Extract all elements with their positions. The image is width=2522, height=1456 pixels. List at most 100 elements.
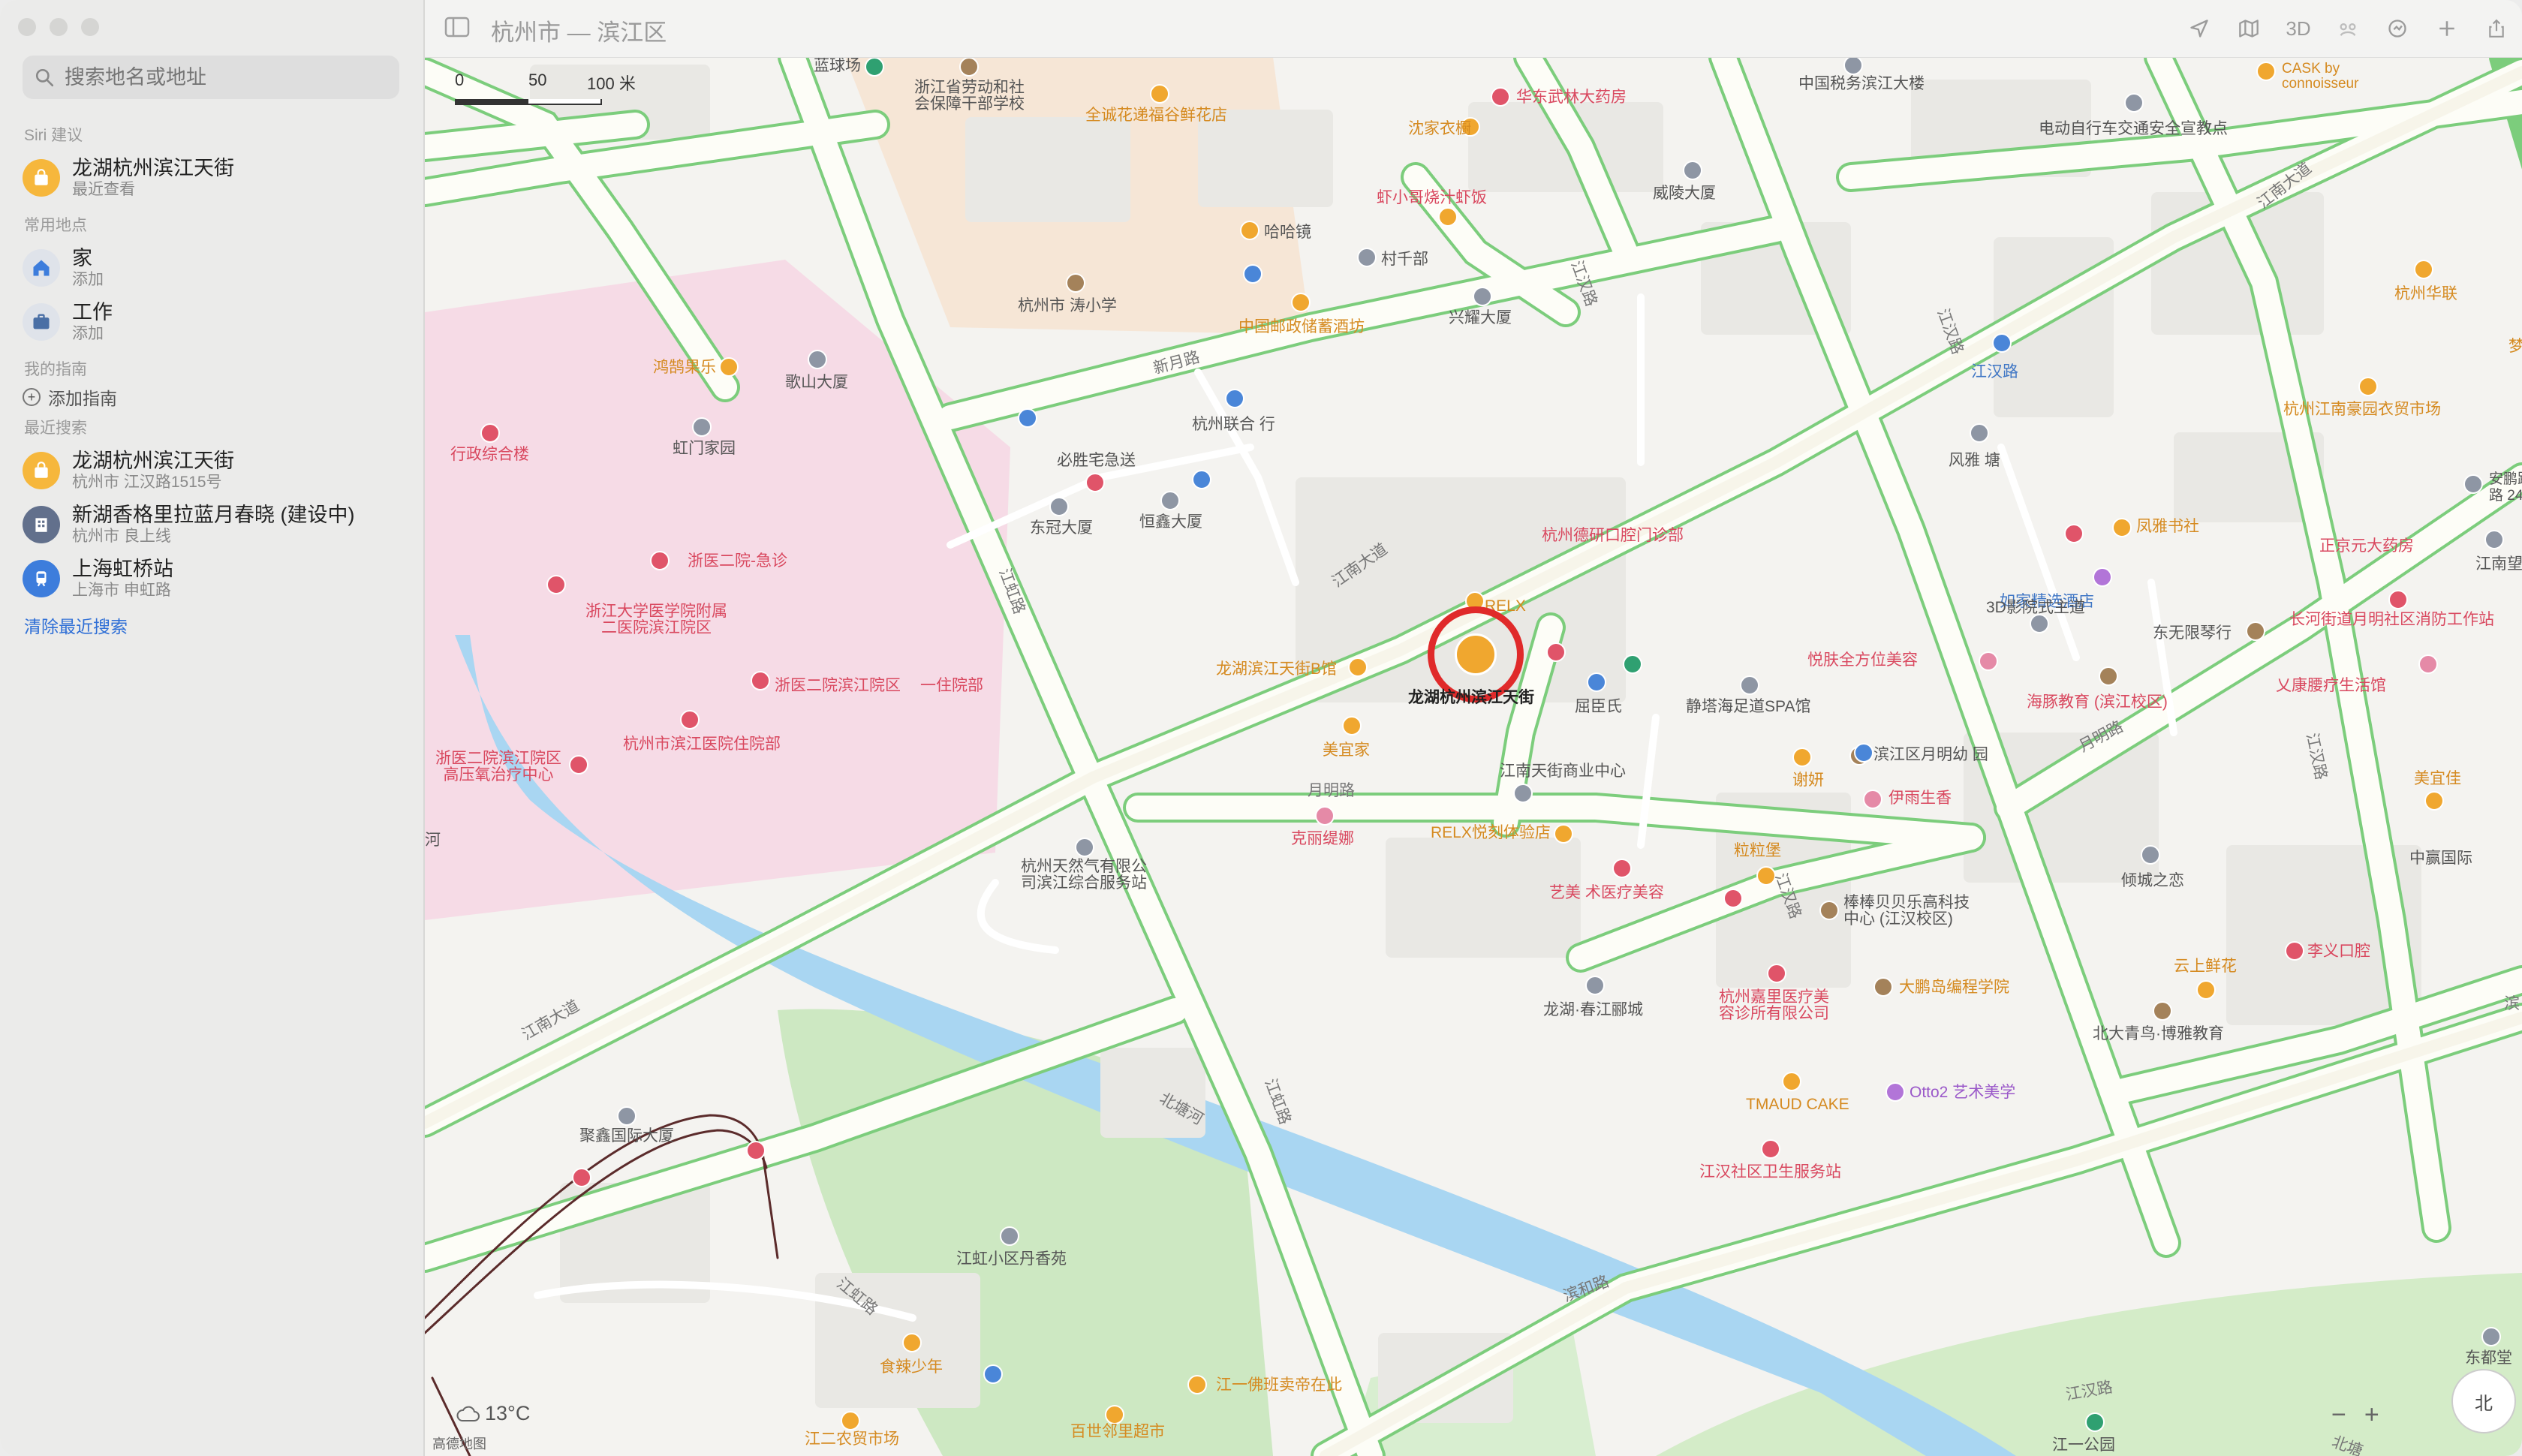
shopping-bag-icon[interactable]	[1455, 633, 1497, 675]
beauty-icon[interactable]	[1315, 806, 1335, 826]
building-icon[interactable]	[2481, 1327, 2501, 1346]
recent-item[interactable]: 龙湖杭州滨江天街 杭州市 江汉路1515号	[23, 447, 405, 494]
building-icon[interactable]	[2484, 530, 2504, 549]
education-icon[interactable]	[2153, 1001, 2172, 1021]
education-icon[interactable]	[1819, 901, 1839, 920]
map-label[interactable]: 长河街道月明社区消防工作站	[2289, 611, 2494, 629]
clinic-icon[interactable]	[1761, 1139, 1780, 1159]
look-around-icon[interactable]	[2330, 11, 2366, 47]
clinic-icon[interactable]	[1767, 964, 1786, 983]
map-label[interactable]: 大鹏岛编程学院	[1899, 979, 2009, 997]
map-label[interactable]: 正京元大药房	[2319, 537, 2414, 555]
3d-button[interactable]: 3D	[2280, 11, 2316, 47]
map-label[interactable]: 美宜佳	[2414, 770, 2461, 788]
map-label[interactable]: TMAUD CAKE	[1746, 1096, 1849, 1114]
map-label[interactable]: 棒棒贝贝乐高科技 中心 (江汉校区)	[1843, 895, 1970, 928]
recent-item[interactable]: 上海虹桥站 上海市 申虹路	[23, 555, 405, 602]
map-label[interactable]: 江南望	[2475, 555, 2522, 573]
map-label[interactable]: CASK by connoisseur	[2282, 62, 2358, 92]
map-label[interactable]: 必胜宅急送	[1057, 452, 1136, 470]
map-label[interactable]: 聚鑫国际大厦	[579, 1127, 674, 1145]
education-icon[interactable]	[2099, 666, 2118, 686]
map-label[interactable]: 艺美 术医疗美容	[1549, 884, 1664, 902]
hospital-icon[interactable]	[680, 710, 700, 730]
map-label[interactable]: 克丽缇娜	[1291, 830, 1354, 848]
parking-icon[interactable]	[1018, 408, 1037, 428]
restaurant-icon[interactable]	[1240, 221, 1259, 240]
post-office-icon[interactable]	[1291, 293, 1311, 312]
beauty-icon[interactable]	[1979, 651, 1998, 671]
restaurant-icon[interactable]	[902, 1333, 922, 1352]
map-label[interactable]: 谢妍	[1792, 772, 1824, 790]
no-entry-icon[interactable]	[746, 1141, 766, 1160]
building-icon[interactable]	[1585, 976, 1605, 995]
convenience-store-icon[interactable]	[2424, 791, 2444, 811]
map-view[interactable]: 0 50 100 米 蓝球场 浙江省劳动和社 会保障干部学校 全诚花递福谷鲜花店…	[425, 57, 2522, 1456]
map-label[interactable]: 电动自行车交通安全宣教点	[2039, 120, 2228, 138]
map-label[interactable]: 美宜家	[1323, 742, 1370, 760]
map-label[interactable]: 倾城之恋	[2121, 872, 2184, 890]
building-icon[interactable]	[1160, 491, 1180, 510]
map-label[interactable]: 哈哈镜	[1264, 224, 1311, 242]
map-label[interactable]: 江南天街商业中心	[1500, 763, 1626, 781]
map-label[interactable]: 安鹏路 路 24	[2489, 471, 2522, 504]
map-label[interactable]: 江二农贸市场	[805, 1430, 899, 1448]
map-label[interactable]: 百世邻里超市	[1070, 1423, 1165, 1441]
map-label[interactable]: 月明路	[1308, 782, 1355, 800]
restaurant-icon[interactable]	[1723, 889, 1743, 908]
hotel-icon[interactable]	[2093, 567, 2112, 587]
store-icon[interactable]	[1587, 672, 1606, 692]
map-label[interactable]: 浙江大学医学院附属 二医院滨江院区	[585, 603, 727, 636]
map-label[interactable]: 龙湖·春江郦城	[1543, 1001, 1643, 1019]
search-field[interactable]	[23, 56, 399, 99]
clinic-icon[interactable]	[1612, 859, 1632, 878]
map-label[interactable]: 江虹小区丹香苑	[956, 1250, 1067, 1268]
sports-icon[interactable]	[865, 57, 884, 77]
sidebar-toggle-icon[interactable]	[444, 17, 470, 38]
fire-station-icon[interactable]	[2388, 590, 2408, 609]
map-label[interactable]: 江一公园	[2052, 1436, 2115, 1454]
map-label[interactable]: 浙江省劳动和社 会保障干部学校	[914, 80, 1025, 113]
gas-station-icon[interactable]	[1075, 838, 1094, 857]
shopping-icon[interactable]	[2358, 377, 2378, 396]
map-label[interactable]: 一住院部	[920, 677, 983, 695]
map-label[interactable]: 浙医二院滨江院区	[775, 677, 901, 695]
location-arrow-icon[interactable]	[2181, 11, 2217, 47]
building-icon[interactable]	[692, 417, 712, 437]
building-icon[interactable]	[1049, 497, 1069, 516]
supermarket-icon[interactable]	[1105, 1405, 1124, 1424]
parking-icon[interactable]	[1243, 264, 1263, 284]
minimize-window-button[interactable]	[50, 18, 68, 36]
zoom-out-button[interactable]: −	[2331, 1400, 2346, 1430]
map-attribution[interactable]: 高德地图	[432, 1433, 486, 1453]
map-label[interactable]: 江汉社区卫生服务站	[1699, 1163, 1841, 1181]
map-mode-icon[interactable]	[2231, 11, 2267, 47]
map-label[interactable]: 云上鲜花	[2174, 958, 2237, 976]
map-label[interactable]: 伊雨生香	[1888, 790, 1952, 808]
map-label[interactable]: 静塔海足道SPA馆	[1686, 698, 1810, 716]
map-label[interactable]: 河	[425, 832, 441, 850]
flower-shop-icon[interactable]	[2196, 980, 2216, 1000]
no-entry-icon[interactable]	[572, 1168, 591, 1187]
map-label[interactable]: 沈家衣橱	[1408, 120, 1471, 138]
flower-shop-icon[interactable]	[1150, 84, 1169, 104]
map-label[interactable]: 东冠大厦	[1030, 519, 1093, 537]
building-icon[interactable]	[808, 350, 827, 369]
convenience-store-icon[interactable]	[1342, 716, 1362, 736]
map-label[interactable]: 华东武林大药房	[1516, 89, 1627, 107]
siri-suggestion-item[interactable]: 龙湖杭州滨江天街 最近查看	[23, 155, 405, 201]
hospital-icon[interactable]	[569, 755, 588, 775]
restaurant-icon[interactable]	[1792, 748, 1812, 767]
map-label[interactable]: 全诚花递福谷鲜花店	[1085, 107, 1227, 125]
map-label[interactable]: Otto2 艺术美学	[1910, 1084, 2015, 1102]
search-input[interactable]	[63, 65, 381, 90]
zoom-window-button[interactable]	[81, 18, 99, 36]
bookstore-icon[interactable]	[2112, 518, 2132, 537]
bus-stop-icon[interactable]	[1854, 743, 1873, 763]
map-label[interactable]: 杭州天然气有限公 司滨江综合服务站	[1021, 859, 1147, 892]
bank-icon[interactable]	[1225, 389, 1244, 408]
pharmacy-icon[interactable]	[1491, 87, 1510, 107]
map-label[interactable]: 威陵大厦	[1653, 185, 1716, 203]
cafe-icon[interactable]	[1623, 654, 1642, 674]
bar-icon[interactable]	[2256, 62, 2276, 81]
